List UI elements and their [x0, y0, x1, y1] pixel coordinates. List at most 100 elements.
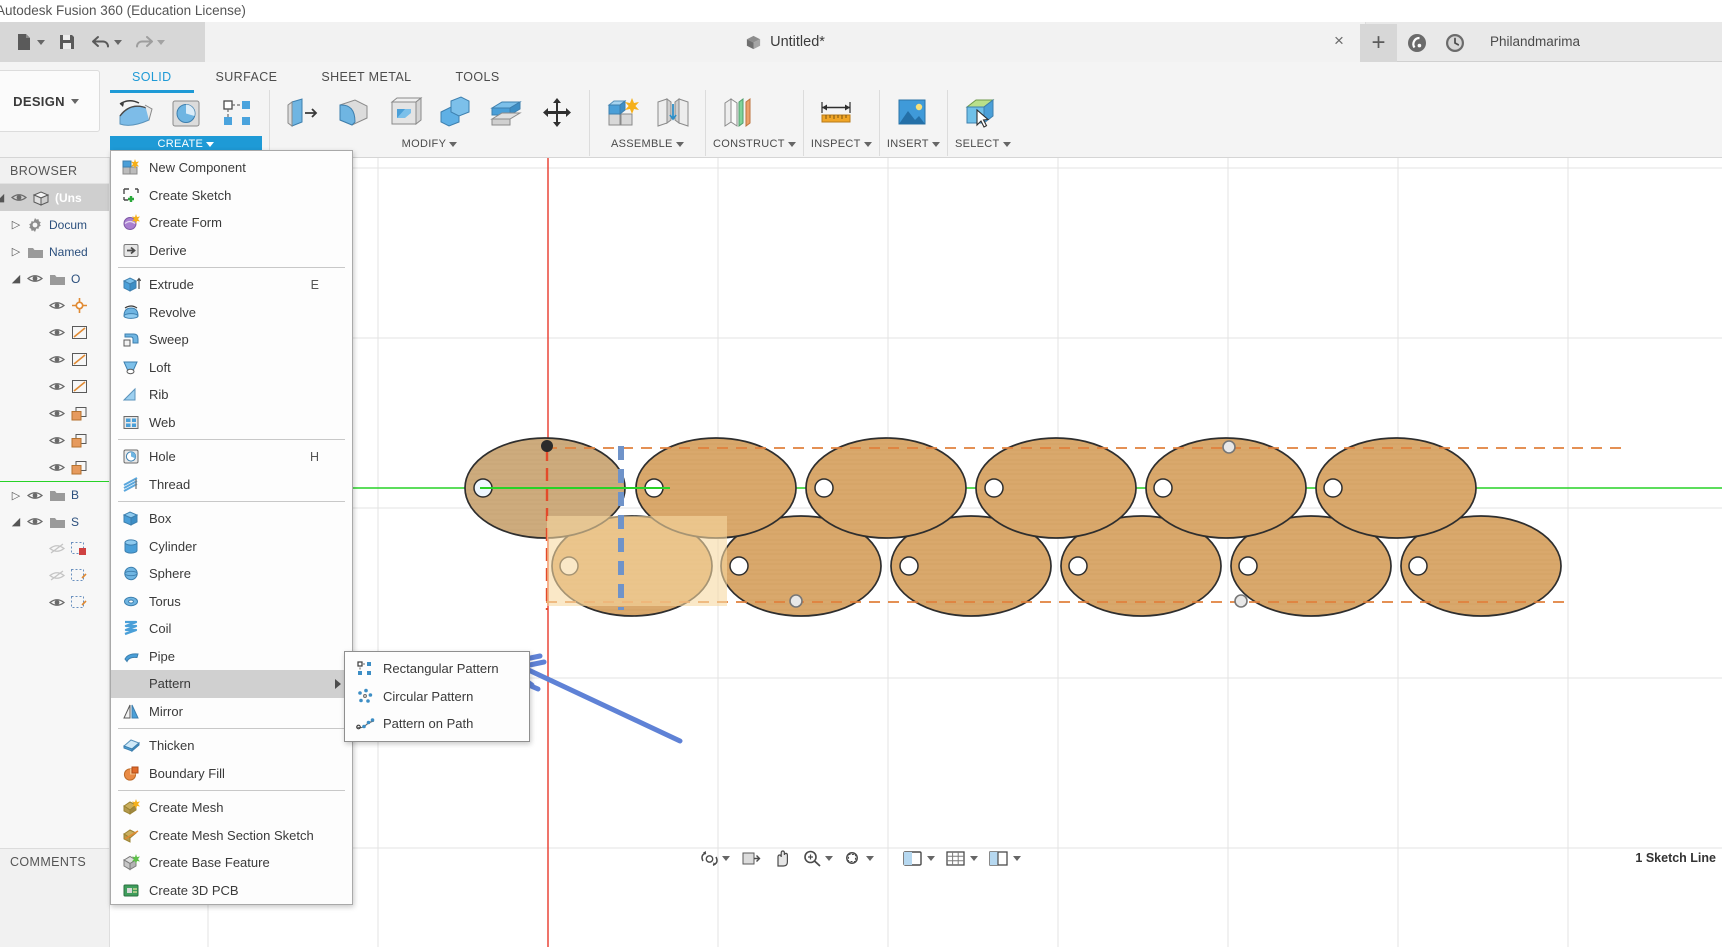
menu-item-new-component[interactable]: New Component	[111, 154, 352, 182]
submenu-item-circular-pattern[interactable]: Circular Pattern	[345, 683, 529, 711]
browser-row-named-views[interactable]: ▷ Named	[0, 238, 109, 265]
menu-item-loft[interactable]: Loft	[111, 354, 352, 382]
chevron-down-icon[interactable]	[788, 142, 796, 147]
tab-solid[interactable]: SOLID	[110, 65, 194, 93]
new-tab-button[interactable]: +	[1360, 24, 1397, 62]
chevron-down-icon[interactable]	[970, 856, 978, 861]
browser-row-axis[interactable]	[0, 454, 109, 481]
joint-tool[interactable]	[650, 91, 696, 135]
visibility-hidden-icon[interactable]	[46, 543, 68, 554]
close-icon[interactable]: ×	[1331, 34, 1347, 50]
visibility-eye-icon[interactable]	[46, 327, 68, 338]
visibility-eye-icon[interactable]	[46, 354, 68, 365]
move-copy-tool[interactable]	[534, 91, 580, 135]
chevron-down-icon[interactable]	[206, 142, 214, 147]
redo-button[interactable]	[134, 32, 165, 52]
chevron-down-icon[interactable]	[114, 40, 122, 45]
fit-button[interactable]	[839, 849, 878, 868]
chevron-down-icon[interactable]	[864, 142, 872, 147]
insert-image-tool[interactable]	[889, 91, 935, 135]
visibility-eye-icon[interactable]	[46, 300, 68, 311]
chevron-down-icon[interactable]	[676, 142, 684, 147]
menu-item-create-mesh-section-sketch[interactable]: Create Mesh Section Sketch	[111, 822, 352, 850]
browser-row-plane[interactable]	[0, 346, 109, 373]
visibility-eye-icon[interactable]	[46, 381, 68, 392]
offset-plane-tool[interactable]	[715, 91, 761, 135]
menu-item-create-form[interactable]: Create Form	[111, 209, 352, 237]
comments-panel[interactable]: COMMENTS	[0, 848, 110, 947]
pan-button[interactable]	[767, 849, 796, 868]
menu-item-rib[interactable]: Rib	[111, 381, 352, 409]
visibility-hidden-icon[interactable]	[46, 570, 68, 581]
chevron-down-icon[interactable]	[722, 856, 730, 861]
visibility-eye-icon[interactable]	[24, 516, 46, 527]
visibility-eye-icon[interactable]	[24, 273, 46, 284]
menu-item-torus[interactable]: Torus	[111, 588, 352, 616]
combine-tool[interactable]	[432, 91, 478, 135]
visibility-eye-icon[interactable]	[8, 192, 30, 203]
menu-item-sweep[interactable]: Sweep	[111, 326, 352, 354]
select-tool[interactable]	[957, 91, 1003, 135]
menu-item-coil[interactable]: Coil	[111, 615, 352, 643]
panel-label-inspect[interactable]: INSPECT	[811, 136, 872, 154]
grid-snaps-button[interactable]	[941, 849, 982, 868]
chevron-down-icon[interactable]	[1013, 856, 1021, 861]
tab-surface[interactable]: SURFACE	[194, 65, 300, 90]
browser-row-plane[interactable]	[0, 319, 109, 346]
expand-arrow-icon[interactable]: ◢	[0, 191, 8, 204]
chevron-down-icon[interactable]	[71, 99, 79, 104]
menu-item-boundary-fill[interactable]: Boundary Fill	[111, 760, 352, 788]
menu-item-box[interactable]: Box	[111, 505, 352, 533]
menu-item-derive[interactable]: Derive	[111, 237, 352, 265]
undo-button[interactable]	[91, 32, 122, 52]
browser-row-document-settings[interactable]: ▷ Docum	[0, 211, 109, 238]
browser-row-sketches[interactable]: ◢ S	[0, 508, 109, 535]
menu-item-pipe[interactable]: Pipe	[111, 643, 352, 671]
browser-row-sketch[interactable]	[0, 562, 109, 589]
job-status-clock-icon[interactable]	[1444, 32, 1466, 54]
menu-item-hole[interactable]: Hole H	[111, 443, 352, 471]
panel-label-construct[interactable]: CONSTRUCT	[713, 136, 796, 154]
chevron-down-icon[interactable]	[825, 856, 833, 861]
display-settings-button[interactable]	[898, 849, 939, 868]
submenu-item-pattern-on-path[interactable]: Pattern on Path	[345, 710, 529, 738]
menu-item-thread[interactable]: Thread	[111, 471, 352, 499]
panel-label-insert[interactable]: INSERT	[887, 136, 940, 154]
menu-item-extrude[interactable]: Extrude E	[111, 271, 352, 299]
browser-row-plane[interactable]	[0, 373, 109, 400]
measure-tool[interactable]	[813, 91, 859, 135]
menu-item-web[interactable]: Web	[111, 409, 352, 437]
browser-row-axis[interactable]	[0, 400, 109, 427]
press-pull-tool[interactable]	[279, 91, 325, 135]
chevron-down-icon[interactable]	[932, 142, 940, 147]
zoom-button[interactable]	[798, 849, 837, 868]
browser-row-bodies[interactable]: ▷ B	[0, 481, 109, 508]
browser-row-root[interactable]: ◢ (Uns	[0, 184, 109, 211]
menu-item-cylinder[interactable]: Cylinder	[111, 533, 352, 561]
navigation-bar[interactable]	[695, 845, 1025, 871]
browser-row-sketch[interactable]	[0, 589, 109, 616]
new-component-tool[interactable]	[599, 91, 645, 135]
menu-item-create-mesh[interactable]: Create Mesh	[111, 794, 352, 822]
menu-item-create-base-feature[interactable]: Create Base Feature	[111, 849, 352, 877]
chevron-down-icon[interactable]	[1003, 142, 1011, 147]
chevron-down-icon[interactable]	[927, 856, 935, 861]
create-form-tool[interactable]	[112, 91, 158, 135]
pattern-tool[interactable]	[214, 91, 260, 135]
chevron-down-icon[interactable]	[866, 856, 874, 861]
panel-label-select[interactable]: SELECT	[955, 136, 1011, 154]
orbit-button[interactable]	[695, 849, 734, 868]
menu-item-mirror[interactable]: Mirror	[111, 698, 352, 726]
browser-row-axis[interactable]	[0, 427, 109, 454]
tab-sheet-metal[interactable]: SHEET METAL	[299, 65, 433, 90]
visibility-eye-icon[interactable]	[46, 462, 68, 473]
browser-row-origin[interactable]: ◢ O	[0, 265, 109, 292]
visibility-eye-icon[interactable]	[46, 408, 68, 419]
shell-tool[interactable]	[381, 91, 427, 135]
help-icon[interactable]	[1406, 32, 1428, 54]
document-tab[interactable]: Untitled* ×	[205, 22, 1366, 62]
viewports-button[interactable]	[984, 849, 1025, 868]
look-at-button[interactable]	[736, 849, 765, 868]
chevron-down-icon[interactable]	[449, 142, 457, 147]
user-account-name[interactable]: Philandmarima	[1490, 22, 1580, 62]
